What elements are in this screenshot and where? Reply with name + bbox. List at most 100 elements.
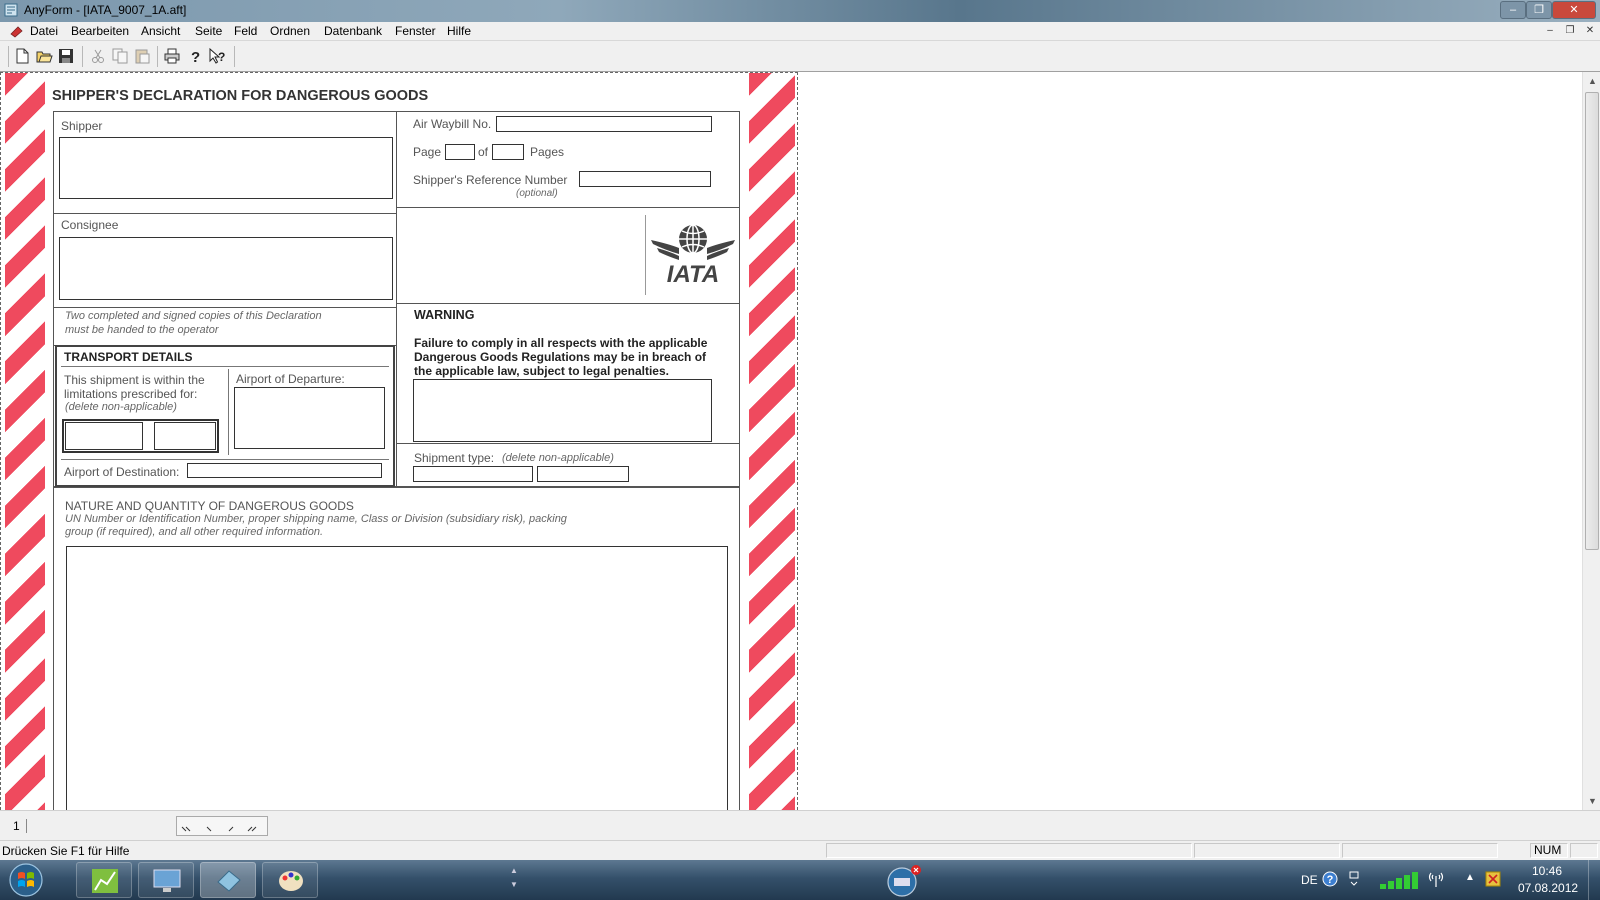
divider <box>396 207 740 209</box>
new-icon[interactable] <box>13 47 31 65</box>
first-page-icon[interactable] <box>178 819 198 835</box>
nature-line2: group (if required), and all other requi… <box>65 526 324 538</box>
mdi-restore-button[interactable]: ❐ <box>1562 24 1578 38</box>
menu-datenbank[interactable]: Datenbank <box>324 24 382 38</box>
clock-date[interactable]: 07.08.2012 <box>1518 881 1578 895</box>
show-hidden-icons-icon[interactable]: ▲ <box>1465 872 1475 883</box>
menu-ansicht[interactable]: Ansicht <box>141 24 180 38</box>
print-icon[interactable] <box>163 47 181 65</box>
shipment-type-non-radioactive-field[interactable] <box>413 466 533 482</box>
start-button-icon[interactable] <box>6 862 46 898</box>
vertical-scrollbar[interactable]: ▲ ▼ <box>1582 72 1600 810</box>
limits-line1: This shipment is within the <box>64 373 205 387</box>
air-waybill-field[interactable] <box>496 116 712 132</box>
divider <box>228 369 229 455</box>
save-icon[interactable] <box>57 47 75 65</box>
anyform-icon <box>217 870 241 892</box>
toolbar-separator <box>157 46 158 67</box>
divider <box>396 303 740 305</box>
toolbar-separator <box>234 46 235 67</box>
divider <box>396 443 740 445</box>
taskbar-scroll[interactable]: ▲ ▼ <box>508 864 520 896</box>
page-count-field[interactable] <box>492 144 524 160</box>
left-hazard-stripes <box>5 73 45 810</box>
menu-fenster[interactable]: Fenster <box>395 24 436 38</box>
network-tray-app-icon[interactable] <box>884 864 924 898</box>
clock-time[interactable]: 10:46 <box>1532 864 1562 878</box>
divider <box>53 307 396 309</box>
page-tabs-bar: 1 <box>0 810 1600 840</box>
shipper-field[interactable] <box>59 137 393 199</box>
document-canvas[interactable]: SHIPPER'S DECLARATION FOR DANGEROUS GOOD… <box>0 72 1582 810</box>
warning-field[interactable] <box>413 379 712 442</box>
nature-line1: UN Number or Identification Number, prop… <box>65 513 567 525</box>
close-button[interactable]: ✕ <box>1552 1 1596 19</box>
menu-hilfe[interactable]: Hilfe <box>447 24 471 38</box>
divider <box>61 459 389 460</box>
context-help-icon[interactable]: ? <box>208 47 226 65</box>
mdi-minimize-button[interactable]: – <box>1542 24 1558 38</box>
copy-icon[interactable] <box>111 47 129 65</box>
page-tab-1[interactable]: 1 <box>13 819 27 833</box>
minimize-button[interactable]: – <box>1500 1 1526 19</box>
menu-bearbeiten[interactable]: Bearbeiten <box>71 24 129 38</box>
status-panel <box>826 843 1192 858</box>
taskbar: ▲ ▼ DE ? ▲ 10:46 07.08.2012 <box>0 860 1600 900</box>
taskbar-remote-desktop[interactable] <box>138 862 194 898</box>
svg-text:IATA: IATA <box>667 261 719 286</box>
title-bar: AnyForm - [IATA_9007_1A.aft] – ❐ ✕ <box>0 0 1600 22</box>
right-hazard-stripes <box>749 73 795 810</box>
menu-datei[interactable]: Datei <box>30 24 58 38</box>
menu-seite[interactable]: Seite <box>195 24 222 38</box>
scroll-up-arrow-icon[interactable]: ▲ <box>1588 76 1597 86</box>
restore-button[interactable]: ❐ <box>1526 1 1552 19</box>
mdi-close-button[interactable]: ✕ <box>1582 24 1598 38</box>
last-page-icon[interactable] <box>244 819 264 835</box>
of-label: of <box>478 145 489 159</box>
menu-feld[interactable]: Feld <box>234 24 257 38</box>
svg-text:?: ? <box>191 49 200 65</box>
antenna-icon[interactable] <box>1428 870 1444 888</box>
svg-text:?: ? <box>218 50 225 64</box>
security-tray-icon[interactable] <box>1484 870 1502 888</box>
airport-destination-field[interactable] <box>187 463 382 478</box>
language-indicator[interactable]: DE <box>1301 873 1318 887</box>
taskbar-anyform[interactable] <box>200 862 256 898</box>
taskbar-paint[interactable] <box>262 862 318 898</box>
tray-settings-icon[interactable] <box>1348 870 1360 888</box>
iata-logo: IATA <box>651 224 735 286</box>
chart-app-icon <box>92 869 118 893</box>
toolbar-separator <box>82 46 83 67</box>
warning-line2: Dangerous Goods Regulations may be in br… <box>414 350 707 364</box>
page-number-field[interactable] <box>445 144 475 160</box>
form-title: SHIPPER'S DECLARATION FOR DANGEROUS GOOD… <box>52 88 429 104</box>
copies-note-line1: Two completed and signed copies of this … <box>65 310 322 322</box>
taskbar-chart-app[interactable] <box>76 862 132 898</box>
cargo-aircraft-only-field[interactable] <box>154 422 216 450</box>
transport-details-title: TRANSPORT DETAILS <box>64 350 193 364</box>
next-page-icon[interactable] <box>222 819 242 835</box>
open-icon[interactable] <box>35 47 53 65</box>
consignee-field[interactable] <box>59 237 393 300</box>
shipper-reference-field[interactable] <box>579 171 711 187</box>
show-desktop-button[interactable] <box>1588 860 1600 900</box>
help-icon[interactable]: ? <box>186 47 204 65</box>
form-page[interactable]: SHIPPER'S DECLARATION FOR DANGEROUS GOOD… <box>0 72 798 810</box>
airport-departure-field[interactable] <box>234 387 385 449</box>
cut-icon[interactable] <box>89 47 107 65</box>
shipment-type-label: Shipment type: <box>414 451 495 465</box>
nature-quantity-field[interactable] <box>66 546 728 810</box>
paste-icon[interactable] <box>133 47 151 65</box>
shipment-type-radioactive-field[interactable] <box>537 466 629 482</box>
passenger-cargo-aircraft-field[interactable] <box>65 422 143 450</box>
menu-ordnen[interactable]: Ordnen <box>270 24 310 38</box>
divider <box>396 111 398 487</box>
scroll-down-arrow-icon[interactable]: ▼ <box>1588 796 1597 806</box>
signal-strength-icon[interactable] <box>1378 870 1422 890</box>
help-tray-icon[interactable]: ? <box>1322 871 1338 887</box>
scrollbar-thumb[interactable] <box>1585 92 1599 550</box>
divider <box>61 366 389 367</box>
previous-page-icon[interactable] <box>200 819 220 835</box>
document-menu-icon[interactable] <box>10 25 23 38</box>
delete-note: (delete non-applicable) <box>65 401 177 413</box>
